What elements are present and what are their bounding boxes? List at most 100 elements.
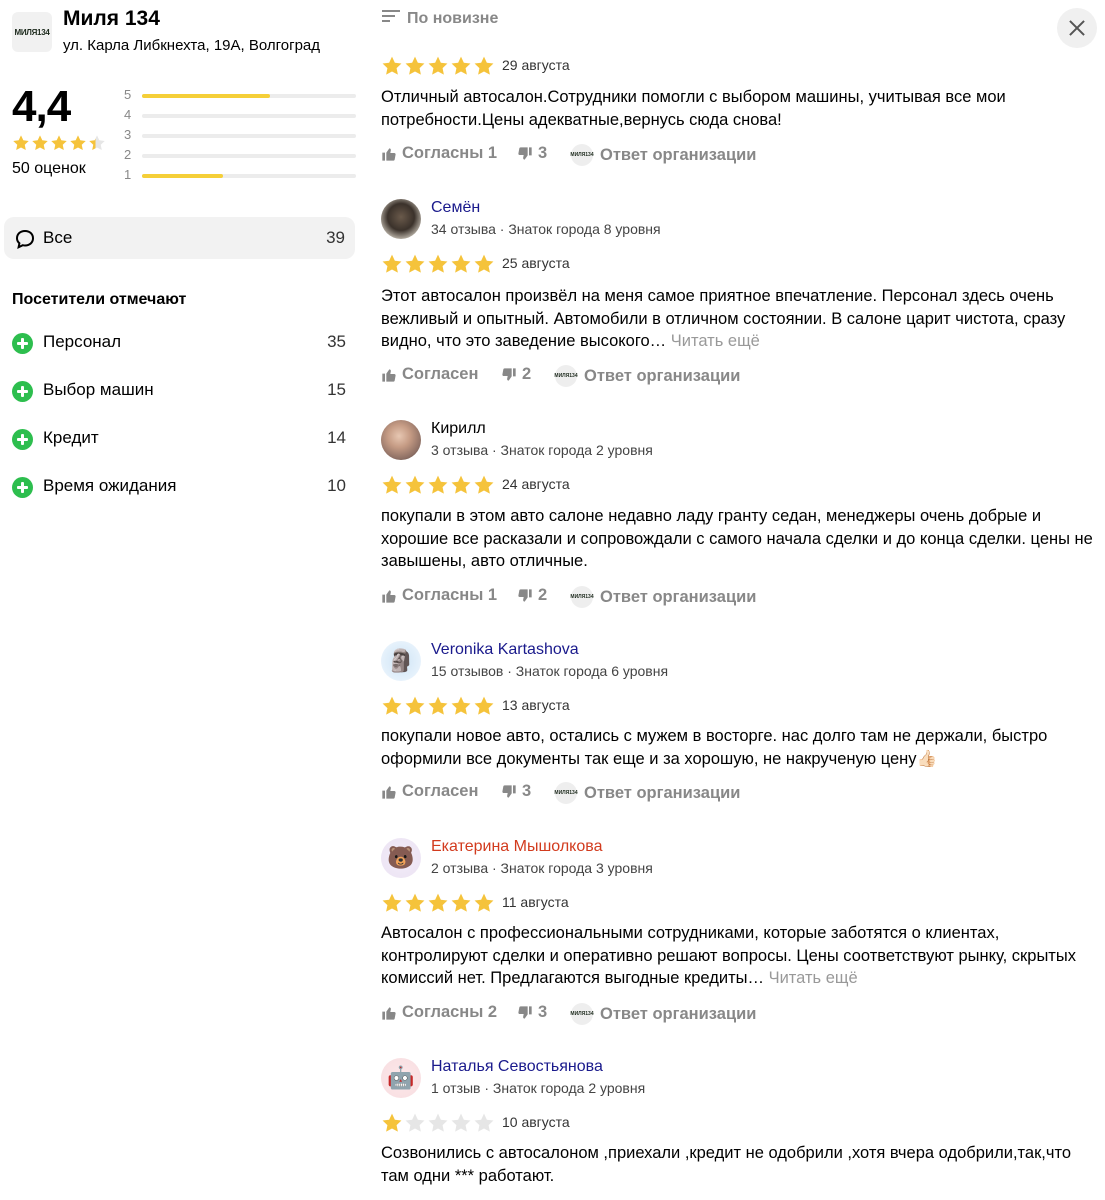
feature-item[interactable]: Выбор машин 15	[12, 380, 346, 404]
agree-button[interactable]: Согласен	[381, 365, 478, 384]
org-mini-logo: МИЛЯ134	[554, 365, 578, 387]
review-body: Созвонились с автосалоном ,приехали ,кре…	[381, 1144, 1072, 1185]
org-reply-button[interactable]: МИЛЯ134 Ответ организации	[570, 586, 756, 608]
star-icon	[381, 253, 403, 280]
agree-label: Согласен	[402, 782, 479, 800]
distribution-bar	[142, 174, 356, 178]
author-name[interactable]: Наталья Севостьянова	[431, 1058, 603, 1076]
thumbs-down-icon	[517, 146, 533, 162]
star-icon	[450, 695, 472, 722]
org-mini-logo: МИЛЯ134	[570, 1003, 594, 1025]
avatar[interactable]	[381, 420, 421, 460]
star-icon	[427, 253, 449, 280]
disagree-count: 3	[522, 782, 532, 800]
tab-all-count: 39	[326, 228, 345, 247]
avatar[interactable]: 🗿	[381, 641, 421, 681]
star-icon	[31, 134, 49, 157]
star-icon	[381, 55, 403, 82]
author-meta: 1 отзыв · Знаток города 2 уровня	[431, 1080, 646, 1096]
read-more-link[interactable]: Читать ещё	[769, 969, 858, 987]
distribution-row: 3	[124, 127, 356, 147]
agree-button[interactable]: Согласны 1	[381, 586, 497, 605]
review-stars	[381, 253, 495, 280]
review-date: 10 августа	[502, 1114, 570, 1130]
star-icon	[69, 134, 87, 157]
feature-item[interactable]: Персонал 35	[12, 332, 346, 356]
distribution-star-label: 1	[124, 167, 132, 182]
star-icon	[427, 695, 449, 722]
feature-label: Выбор машин	[43, 380, 154, 399]
author-name[interactable]: Екатерина Мышолкова	[431, 838, 602, 856]
agree-button[interactable]: Согласны 2	[381, 1003, 497, 1022]
org-reply-label: Ответ организации	[584, 366, 741, 385]
agree-button[interactable]: Согласен	[381, 782, 478, 801]
tab-all-reviews[interactable]: Все 39	[4, 217, 355, 259]
feature-item[interactable]: Время ожидания 10	[12, 476, 346, 500]
star-icon	[473, 253, 495, 280]
agree-label: Согласны 2	[402, 1003, 498, 1021]
plus-icon	[12, 477, 33, 498]
org-logo[interactable]: МИЛЯ134	[12, 12, 52, 52]
disagree-count: 2	[522, 365, 532, 383]
distribution-bar-fill	[142, 94, 271, 98]
distribution-row: 4	[124, 107, 356, 127]
distribution-bar	[142, 154, 356, 158]
disagree-button[interactable]: 3	[517, 144, 547, 163]
org-reply-button[interactable]: МИЛЯ134 Ответ организации	[570, 1003, 757, 1025]
org-address: ул. Карла Либкнехта, 19А, Волгоград	[63, 37, 320, 54]
author-name[interactable]: Семён	[431, 199, 480, 217]
org-name[interactable]: Миля 134	[63, 7, 160, 31]
review-date: 29 августа	[502, 57, 570, 73]
org-reply-button[interactable]: МИЛЯ134 Ответ организации	[554, 782, 740, 804]
avatar[interactable]	[381, 199, 421, 239]
review-text: Этот автосалон произвёл на меня самое пр…	[381, 285, 1093, 353]
disagree-count: 3	[538, 1003, 548, 1021]
star-icon	[381, 892, 403, 919]
disagree-button[interactable]: 3	[501, 782, 531, 801]
review-body: покупали новое авто, остались с мужем в …	[381, 727, 1048, 768]
star-icon	[427, 55, 449, 82]
star-icon	[404, 695, 426, 722]
agree-button[interactable]: Согласны 1	[381, 144, 497, 163]
org-reply-label: Ответ организации	[600, 1004, 757, 1023]
avatar[interactable]: 🐻	[381, 838, 421, 878]
disagree-button[interactable]: 2	[501, 365, 531, 384]
star-icon	[473, 474, 495, 501]
disagree-button[interactable]: 2	[517, 586, 547, 605]
star-icon	[427, 892, 449, 919]
feature-label: Персонал	[43, 332, 122, 351]
org-mini-logo: МИЛЯ134	[570, 144, 594, 166]
review-body: Отличный автосалон.Сотрудники помогли с …	[381, 88, 1006, 129]
review-stars	[381, 55, 495, 82]
author-name[interactable]: Кирилл	[431, 420, 486, 438]
star-icon	[381, 474, 403, 501]
star-icon	[50, 134, 68, 157]
close-button[interactable]	[1057, 8, 1097, 48]
sort-dropdown[interactable]: По новизне	[381, 8, 498, 29]
star-icon	[450, 55, 472, 82]
distribution-star-label: 4	[124, 107, 132, 122]
review-text: покупали новое авто, остались с мужем в …	[381, 725, 1093, 770]
disagree-count: 2	[538, 586, 548, 604]
disagree-button[interactable]: 3	[517, 1003, 547, 1022]
review-date: 24 августа	[502, 476, 570, 492]
thumbs-down-icon	[501, 367, 517, 383]
feature-label: Кредит	[43, 428, 99, 447]
author-name[interactable]: Veronika Kartashova	[431, 641, 579, 659]
feature-count: 14	[327, 428, 346, 447]
star-icon	[404, 253, 426, 280]
thumbs-up-icon	[381, 588, 397, 604]
org-reply-button[interactable]: МИЛЯ134 Ответ организации	[570, 144, 756, 166]
review-stars	[381, 1112, 495, 1139]
avatar[interactable]: 🤖	[381, 1058, 421, 1098]
comment-icon	[14, 228, 36, 255]
org-mini-logo: МИЛЯ134	[570, 586, 594, 608]
review-text: покупали в этом авто салоне недавно ладу…	[381, 505, 1093, 573]
review-text: Автосалон с профессиональными сотрудника…	[381, 922, 1093, 990]
feature-count: 35	[327, 332, 346, 351]
org-reply-button[interactable]: МИЛЯ134 Ответ организации	[554, 365, 741, 387]
feature-item[interactable]: Кредит 14	[12, 428, 346, 452]
author-meta: 34 отзыва · Знаток города 8 уровня	[431, 221, 661, 237]
read-more-link[interactable]: Читать ещё	[671, 332, 760, 350]
agree-label: Согласен	[402, 365, 479, 383]
